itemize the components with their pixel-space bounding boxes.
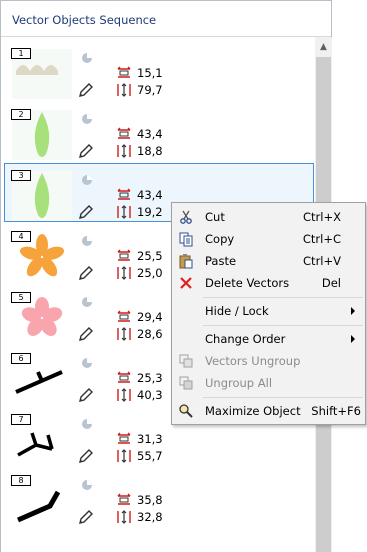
pencil-icon[interactable] [77,264,95,282]
menu-label: Vectors Ungroup [205,354,301,368]
width-icon [117,66,131,78]
submenu-arrow-icon [351,307,355,315]
pencil-icon[interactable] [77,447,95,465]
visibility-ball-icon[interactable] [80,478,94,492]
menu-item-vectors-ungroup[interactable]: Vectors Ungroup [174,350,363,372]
width-value: 15,1 [137,66,163,80]
height-value: 28,6 [137,327,163,341]
item-number: 3 [11,170,31,181]
height-icon [117,388,131,402]
pencil-icon[interactable] [77,142,95,160]
visibility-ball-icon[interactable] [80,356,94,370]
visibility-ball-icon[interactable] [80,295,94,309]
width-icon [117,188,131,200]
menu-label: Delete Vectors [205,276,290,290]
height-icon [117,266,131,280]
ungroup-icon [179,354,193,368]
width-value: 43,4 [137,188,163,202]
width-value: 43,4 [137,127,163,141]
item-number: 1 [11,48,31,59]
ungroup-all-icon [179,376,193,390]
menu-item-change-order[interactable]: Change Order [174,328,363,350]
paste-icon [179,254,193,269]
menu-item-copy[interactable]: Copy Ctrl+C [174,228,363,250]
item-number: 6 [11,353,31,364]
height-icon [117,510,131,524]
height-value: 40,3 [137,388,163,402]
item-number: 2 [11,109,31,120]
context-menu: Cut Ctrl+X Copy Ctrl+C Paste Ctrl+V Dele… [171,202,366,425]
width-icon [117,371,131,383]
item-number: 4 [11,231,31,242]
list-item[interactable]: 2 43,4 18,8 [4,102,315,163]
red-x-icon [180,277,192,289]
menu-separator [203,297,363,298]
scissors-icon [180,210,192,224]
menu-label: Ungroup All [205,376,273,390]
width-value: 35,8 [137,493,163,507]
menu-item-delete-vectors[interactable]: Delete Vectors Del [174,272,363,294]
height-icon [117,449,131,463]
height-value: 55,7 [137,449,163,463]
visibility-ball-icon[interactable] [80,112,94,126]
copy-icon [179,232,193,247]
item-number: 5 [11,292,31,303]
item-number: 7 [11,414,31,425]
menu-label: Hide / Lock [205,304,269,318]
width-value: 25,3 [137,371,163,385]
height-icon [117,83,131,97]
menu-item-cut[interactable]: Cut Ctrl+X [174,206,363,228]
scroll-up-arrow-icon[interactable]: ▲ [315,37,332,57]
visibility-ball-icon[interactable] [80,173,94,187]
visibility-ball-icon[interactable] [80,417,94,431]
magnifier-icon [179,404,193,418]
width-value: 25,5 [137,249,163,263]
menu-label: Change Order [205,332,286,346]
height-value: 25,0 [137,266,163,280]
menu-item-maximize-object[interactable]: Maximize Object Shift+F6 [174,400,363,422]
height-value: 32,8 [137,510,163,524]
menu-item-hide-lock[interactable]: Hide / Lock [174,300,363,322]
width-value: 31,3 [137,432,163,446]
menu-label: Paste [205,254,237,268]
pencil-icon[interactable] [77,325,95,343]
width-value: 29,4 [137,310,163,324]
list-item[interactable]: 8 35,8 32,8 [4,468,315,529]
menu-shortcut: Ctrl+X [303,210,341,224]
height-icon [117,327,131,341]
visibility-ball-icon[interactable] [80,234,94,248]
pencil-icon[interactable] [77,386,95,404]
menu-shortcut: Del [321,276,341,290]
menu-separator [203,325,363,326]
pencil-icon[interactable] [77,508,95,526]
visibility-ball-icon[interactable] [80,51,94,65]
pencil-icon[interactable] [77,81,95,99]
menu-label: Maximize Object [205,404,301,418]
width-icon [117,310,131,322]
submenu-arrow-icon [351,335,355,343]
menu-shortcut: Ctrl+V [303,254,341,268]
list-item[interactable]: 1 15,1 79,7 [4,41,315,102]
height-value: 19,2 [137,205,163,219]
menu-label: Copy [205,232,235,246]
menu-shortcut: Shift+F6 [311,404,361,418]
menu-item-paste[interactable]: Paste Ctrl+V [174,250,363,272]
item-number: 8 [11,475,31,486]
menu-item-ungroup-all[interactable]: Ungroup All [174,372,363,394]
height-value: 18,8 [137,144,163,158]
width-icon [117,432,131,444]
menu-shortcut: Ctrl+C [302,232,341,246]
height-value: 79,7 [137,83,163,97]
panel-title: Vector Objects Sequence [1,1,331,37]
height-icon [117,205,131,219]
menu-separator [203,397,363,398]
height-icon [117,144,131,158]
width-icon [117,493,131,505]
width-icon [117,249,131,261]
menu-label: Cut [205,210,225,224]
pencil-icon[interactable] [77,203,95,221]
width-icon [117,127,131,139]
